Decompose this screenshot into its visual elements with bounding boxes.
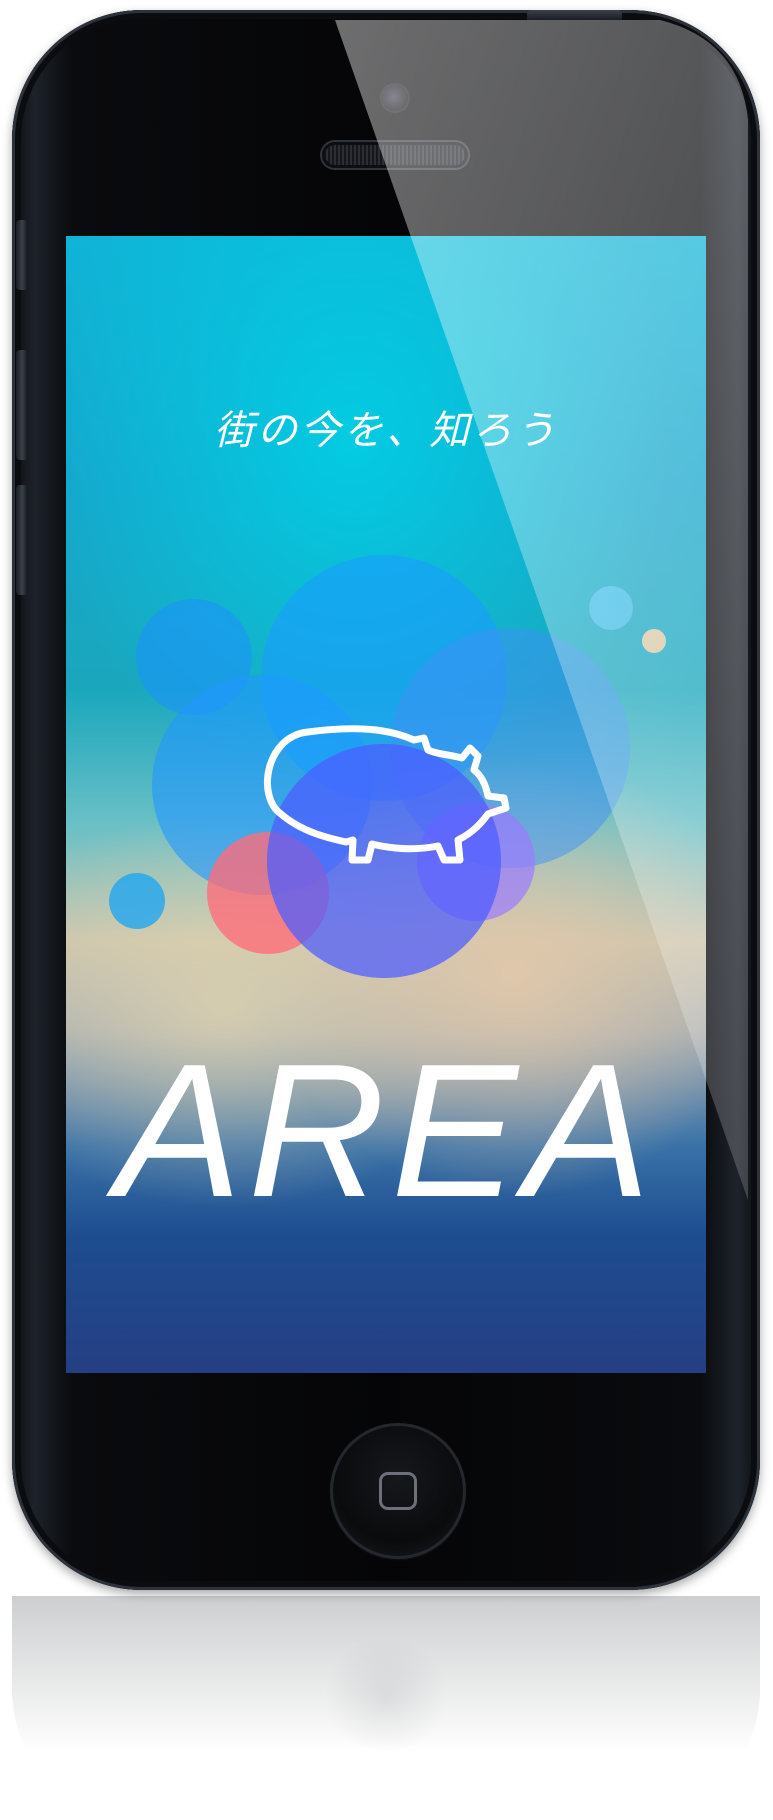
power-button <box>527 10 622 20</box>
mute-switch <box>16 220 28 290</box>
app-screen: 街の今を、知ろう AREA <box>66 236 706 1373</box>
earpiece-speaker <box>322 142 468 168</box>
bubble <box>267 744 501 978</box>
front-camera-icon <box>382 85 408 111</box>
volume-up-button <box>16 350 28 460</box>
volume-down-button <box>16 485 28 595</box>
bubble <box>109 873 165 929</box>
home-button-icon <box>379 1472 417 1510</box>
bubble <box>642 629 666 653</box>
home-button-reflection <box>318 1640 454 1750</box>
bubble <box>589 586 633 630</box>
brand-wordmark: AREA <box>115 1025 657 1237</box>
home-button[interactable] <box>330 1423 466 1559</box>
